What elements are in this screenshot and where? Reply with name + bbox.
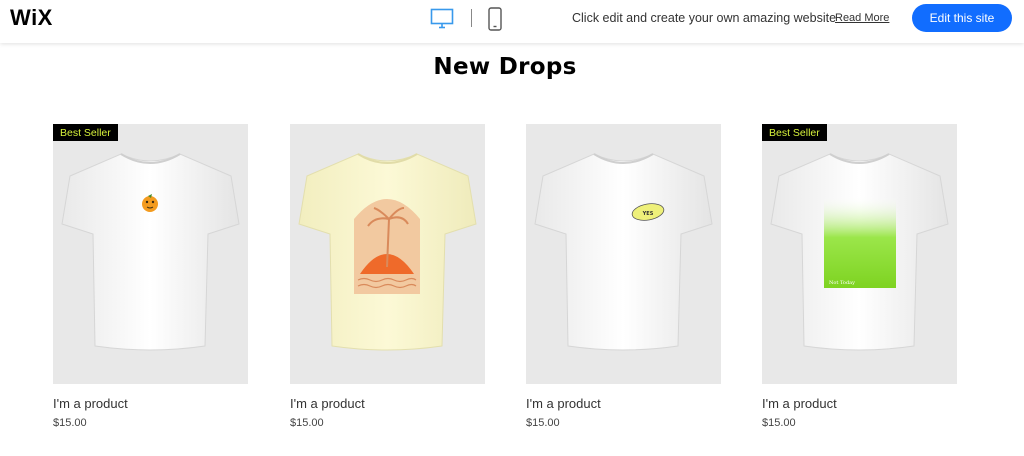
product-name[interactable]: I'm a product — [53, 396, 248, 411]
product-name[interactable]: I'm a product — [762, 396, 957, 411]
device-separator — [471, 9, 472, 27]
best-seller-badge: Best Seller — [762, 124, 827, 141]
tshirt-image — [298, 153, 477, 351]
product-price: $15.00 — [53, 417, 87, 429]
tshirt-image: Not Today — [770, 153, 949, 351]
product-price: $15.00 — [290, 417, 324, 429]
product-name[interactable]: I'm a product — [290, 396, 485, 411]
patch-text: YES — [642, 211, 654, 217]
wix-logo[interactable]: WiX — [10, 5, 53, 31]
product-name[interactable]: I'm a product — [526, 396, 721, 411]
product-image[interactable] — [290, 124, 485, 384]
product-card[interactable]: YES I'm a product $15.00 — [526, 124, 721, 429]
read-more-link[interactable]: Read More — [835, 12, 889, 24]
top-bar: WiX Click edit and create your own amazi… — [0, 0, 1024, 43]
tshirt-image: YES — [534, 153, 713, 351]
product-price: $15.00 — [526, 417, 560, 429]
product-image[interactable]: Best Seller Not Today — [762, 124, 957, 384]
mobile-view-icon[interactable] — [487, 7, 503, 31]
section-title: New Drops — [433, 54, 577, 80]
product-image[interactable]: Best Seller — [53, 124, 248, 384]
product-card[interactable]: Best Seller I'm a product $15.00 — [53, 124, 248, 429]
print-text: Not Today — [829, 280, 855, 286]
product-card[interactable]: I'm a product $15.00 — [290, 124, 485, 429]
promo-text: Click edit and create your own amazing w… — [572, 11, 837, 25]
desktop-view-icon[interactable] — [430, 8, 454, 30]
product-image[interactable]: YES — [526, 124, 721, 384]
product-price: $15.00 — [762, 417, 796, 429]
best-seller-badge: Best Seller — [53, 124, 118, 141]
product-card[interactable]: Best Seller Not Today I'm a product $15.… — [762, 124, 957, 429]
tshirt-image — [61, 153, 240, 351]
edit-site-button[interactable]: Edit this site — [912, 4, 1012, 32]
